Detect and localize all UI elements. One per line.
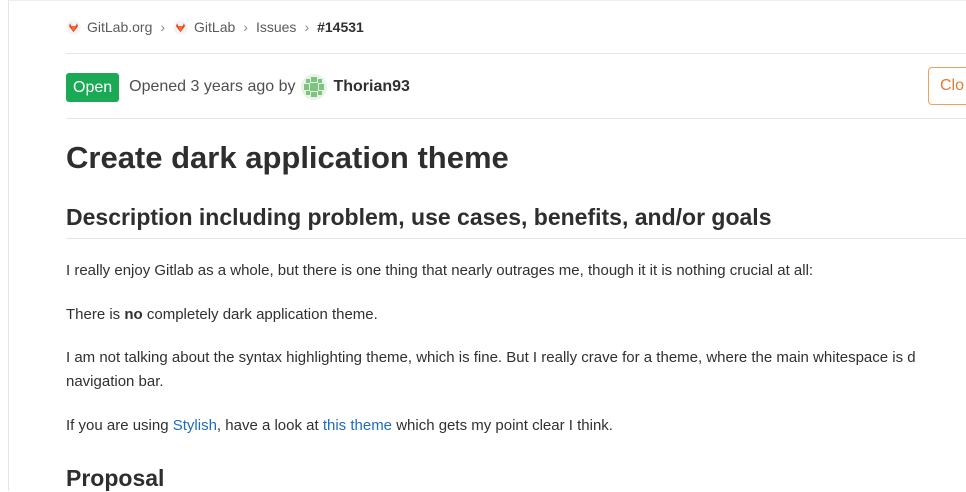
description-paragraph-continued: navigation bar. bbox=[66, 373, 164, 390]
description-paragraph: I really enjoy Gitlab as a whole, but th… bbox=[66, 262, 814, 279]
text-span: There is bbox=[66, 306, 125, 323]
proposal-heading: Proposal bbox=[66, 465, 165, 491]
description-heading: Description including problem, use cases… bbox=[66, 204, 772, 230]
heading-underline bbox=[66, 238, 966, 239]
gitlab-tanuki-icon bbox=[66, 19, 81, 35]
description-paragraph: If you are using Stylish, have a look at… bbox=[66, 414, 613, 438]
gitlab-tanuki-icon bbox=[173, 19, 188, 35]
text-span: which gets my point clear I think. bbox=[392, 417, 613, 434]
divider bbox=[66, 118, 966, 119]
text-span: completely dark application theme. bbox=[142, 306, 378, 323]
description-paragraph: I am not talking about the syntax highli… bbox=[66, 349, 916, 366]
bold-text: no bbox=[124, 306, 143, 323]
author-link[interactable]: Thorian93 bbox=[333, 78, 409, 96]
breadcrumb-label: GitLab.org bbox=[87, 19, 153, 35]
issue-meta: Open Opened 3 years ago by Thorian93 bbox=[66, 72, 410, 102]
breadcrumb-label: Issues bbox=[255, 19, 297, 35]
description-paragraph: There is no completely dark application … bbox=[66, 303, 378, 327]
text-span: , have a look at bbox=[216, 417, 323, 434]
breadcrumb-label: #14531 bbox=[317, 19, 364, 35]
status-badge: Open bbox=[66, 72, 120, 102]
stylish-link[interactable]: Stylish bbox=[173, 417, 217, 434]
this-theme-link[interactable]: this theme bbox=[323, 417, 392, 434]
breadcrumb-item-gitlab-org[interactable]: GitLab.org bbox=[66, 19, 152, 35]
close-issue-button[interactable]: Clo bbox=[928, 67, 966, 105]
divider bbox=[66, 53, 966, 54]
chevron-right-icon: › bbox=[243, 19, 248, 35]
chevron-right-icon: › bbox=[160, 19, 166, 35]
issue-title: Create dark application theme bbox=[66, 140, 509, 175]
page-frame-left bbox=[8, 0, 9, 491]
breadcrumb-label: GitLab bbox=[194, 19, 236, 35]
breadcrumb-item-gitlab[interactable]: GitLab bbox=[173, 19, 235, 35]
breadcrumb-item-issues[interactable]: Issues bbox=[256, 19, 296, 35]
avatar[interactable] bbox=[301, 74, 328, 100]
breadcrumb-item-issue-number[interactable]: #14531 bbox=[317, 19, 364, 35]
text-span: If you are using bbox=[66, 417, 173, 434]
opened-text: Opened 3 years ago by bbox=[129, 78, 296, 95]
page-frame-top bbox=[8, 0, 966, 1]
chevron-right-icon: › bbox=[304, 19, 310, 35]
breadcrumb: GitLab.org › GitLab › Issues › #14531 bbox=[66, 17, 364, 37]
